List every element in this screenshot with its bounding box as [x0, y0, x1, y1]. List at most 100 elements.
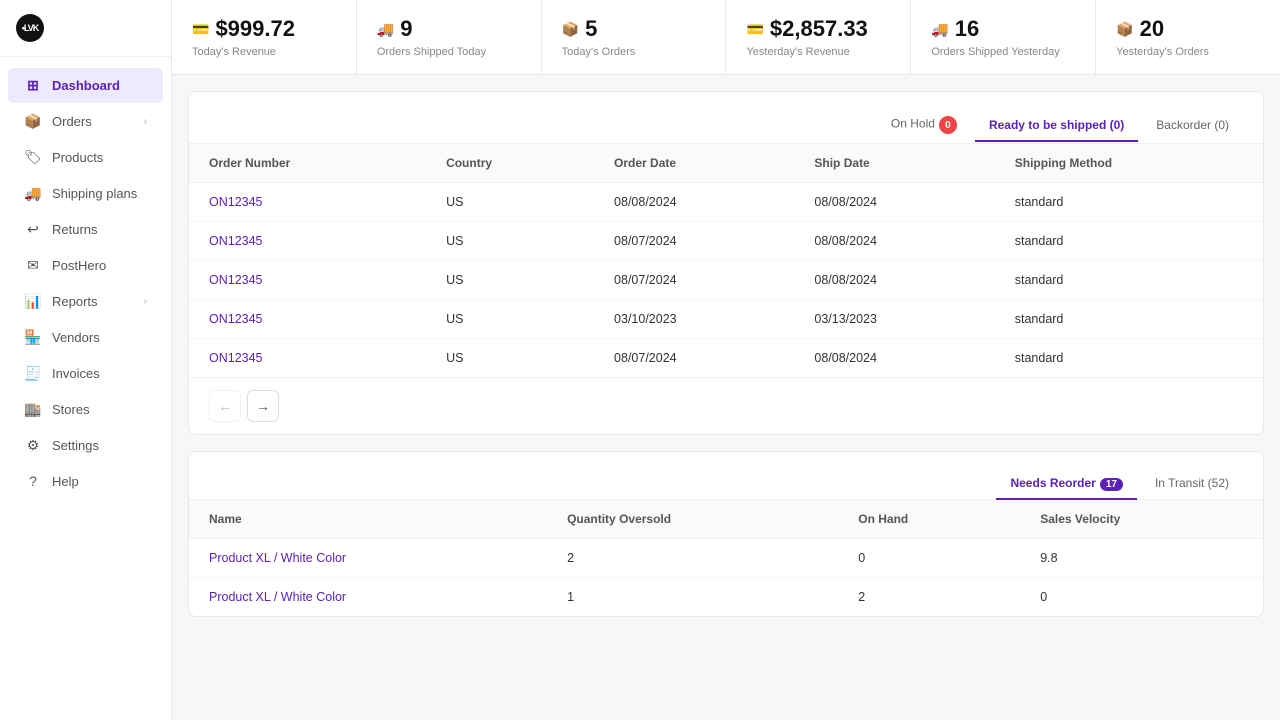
- ship-date-cell: 08/08/2024: [794, 261, 994, 300]
- todays-orders-label: Today's Orders: [562, 46, 706, 58]
- sidebar-item-help[interactable]: ? Help: [8, 464, 163, 498]
- product-link[interactable]: Product XL / White Color: [209, 551, 346, 565]
- order-number-cell[interactable]: ON12345: [189, 222, 426, 261]
- yesterdays-orders-label: Yesterday's Orders: [1116, 46, 1260, 58]
- country-cell: US: [426, 261, 594, 300]
- todays-revenue-value: $999.72: [215, 16, 295, 42]
- sidebar-label-invoices: Invoices: [52, 366, 147, 381]
- prev-page-button[interactable]: ←: [209, 390, 241, 422]
- sidebar-label-reports: Reports: [52, 294, 134, 309]
- orders-tabs: On Hold0Ready to be shipped (0)Backorder…: [877, 108, 1243, 143]
- ship-date-cell: 08/08/2024: [794, 183, 994, 222]
- todays-revenue-icon: 💳: [192, 21, 209, 38]
- inventory-tab-needs-reorder[interactable]: Needs Reorder17: [996, 468, 1137, 500]
- sidebar-item-dashboard[interactable]: ⊞ Dashboard: [8, 68, 163, 103]
- orders-tab-backorder[interactable]: Backorder (0): [1142, 110, 1243, 142]
- order-date-cell: 08/08/2024: [594, 183, 794, 222]
- orders-icon: 📦: [24, 113, 42, 130]
- order-link[interactable]: ON12345: [209, 234, 263, 248]
- settings-icon: ⚙: [24, 437, 42, 454]
- orders-col-order-number: Order Number: [189, 144, 426, 183]
- stat-yesterdays-revenue: 💳 $2,857.33 Yesterday's Revenue: [726, 0, 911, 74]
- table-row: ON12345 US 08/07/2024 08/08/2024 standar…: [189, 261, 1263, 300]
- todays-orders-value: 5: [585, 16, 597, 42]
- shipping-method-cell: standard: [995, 183, 1263, 222]
- yesterdays-orders-value: 20: [1140, 16, 1164, 42]
- order-number-cell[interactable]: ON12345: [189, 261, 426, 300]
- sidebar-item-posthero[interactable]: ✉ PostHero: [8, 248, 163, 283]
- product-name-cell[interactable]: Product XL / White Color: [189, 578, 547, 617]
- order-link[interactable]: ON12345: [209, 195, 263, 209]
- posthero-icon: ✉: [24, 257, 42, 274]
- inventory-col-name: Name: [189, 500, 547, 539]
- table-row: ON12345 US 08/08/2024 08/08/2024 standar…: [189, 183, 1263, 222]
- sidebar-label-settings: Settings: [52, 438, 147, 453]
- orders-section: On Hold0Ready to be shipped (0)Backorder…: [188, 91, 1264, 435]
- order-number-cell[interactable]: ON12345: [189, 300, 426, 339]
- sidebar-item-products[interactable]: 🏷 Products: [8, 140, 163, 175]
- shipping-method-cell: standard: [995, 261, 1263, 300]
- stat-top: 🚚 16: [931, 16, 1075, 42]
- stat-top: 📦 5: [562, 16, 706, 42]
- country-cell: US: [426, 339, 594, 378]
- table-row: Product XL / White Color 1 2 0: [189, 578, 1263, 617]
- stat-todays-revenue: 💳 $999.72 Today's Revenue: [172, 0, 357, 74]
- orders-col-country: Country: [426, 144, 594, 183]
- stat-orders-shipped-today: 🚚 9 Orders Shipped Today: [357, 0, 542, 74]
- sidebar-label-help: Help: [52, 474, 147, 489]
- inventory-tab-in-transit[interactable]: In Transit (52): [1141, 468, 1243, 500]
- main-content: 💳 $999.72 Today's Revenue 🚚 9 Orders Shi…: [172, 0, 1280, 720]
- ship-date-cell: 08/08/2024: [794, 339, 994, 378]
- sidebar-item-settings[interactable]: ⚙ Settings: [8, 428, 163, 463]
- orders-tab-ready-to-ship[interactable]: Ready to be shipped (0): [975, 110, 1138, 142]
- yesterdays-revenue-icon: 💳: [746, 21, 763, 38]
- sidebar-nav: ⊞ Dashboard 📦 Orders › 🏷 Products 🚚 Ship…: [0, 57, 171, 720]
- sidebar-item-stores[interactable]: 🏬 Stores: [8, 392, 163, 427]
- inventory-tabs: Needs Reorder17In Transit (52): [996, 468, 1243, 499]
- orders-shipped-yesterday-value: 16: [955, 16, 979, 42]
- product-link[interactable]: Product XL / White Color: [209, 590, 346, 604]
- order-link[interactable]: ON12345: [209, 312, 263, 326]
- ship-date-cell: 03/13/2023: [794, 300, 994, 339]
- next-page-button[interactable]: →: [247, 390, 279, 422]
- sidebar-item-vendors[interactable]: 🏪 Vendors: [8, 320, 163, 355]
- stat-top: 📦 20: [1116, 16, 1260, 42]
- sidebar-label-products: Products: [52, 150, 147, 165]
- logo: •LVK: [0, 0, 171, 57]
- shipping-method-cell: standard: [995, 222, 1263, 261]
- chevron-icon: ›: [144, 116, 147, 127]
- order-link[interactable]: ON12345: [209, 351, 263, 365]
- ship-date-cell: 08/08/2024: [794, 222, 994, 261]
- orders-col-order-date: Order Date: [594, 144, 794, 183]
- orders-shipped-today-icon: 🚚: [377, 21, 394, 38]
- sidebar-item-reports[interactable]: 📊 Reports ›: [8, 284, 163, 319]
- shipping-method-cell: standard: [995, 339, 1263, 378]
- table-row: ON12345 US 08/07/2024 08/08/2024 standar…: [189, 222, 1263, 261]
- sidebar-label-vendors: Vendors: [52, 330, 147, 345]
- sidebar: •LVK ⊞ Dashboard 📦 Orders › 🏷 Products 🚚…: [0, 0, 172, 720]
- stat-top: 💳 $999.72: [192, 16, 336, 42]
- products-icon: 🏷: [24, 149, 42, 166]
- sidebar-item-invoices[interactable]: 🧾 Invoices: [8, 356, 163, 391]
- sales-velocity-cell: 9.8: [1020, 539, 1263, 578]
- order-number-cell[interactable]: ON12345: [189, 339, 426, 378]
- stat-todays-orders: 📦 5 Today's Orders: [542, 0, 727, 74]
- sidebar-item-returns[interactable]: ↩ Returns: [8, 212, 163, 247]
- sidebar-label-orders: Orders: [52, 114, 134, 129]
- product-name-cell[interactable]: Product XL / White Color: [189, 539, 547, 578]
- on-hand-cell: 0: [838, 539, 1020, 578]
- help-icon: ?: [24, 473, 42, 489]
- todays-revenue-label: Today's Revenue: [192, 46, 336, 58]
- order-link[interactable]: ON12345: [209, 273, 263, 287]
- sidebar-label-dashboard: Dashboard: [52, 78, 147, 93]
- sidebar-item-orders[interactable]: 📦 Orders ›: [8, 104, 163, 139]
- order-number-cell[interactable]: ON12345: [189, 183, 426, 222]
- orders-tab-on-hold[interactable]: On Hold0: [877, 108, 971, 144]
- needs-reorder-badge: 17: [1100, 478, 1123, 491]
- sidebar-item-shipping-plans[interactable]: 🚚 Shipping plans: [8, 176, 163, 211]
- quantity-oversold-cell: 2: [547, 539, 838, 578]
- inventory-col-sales-velocity: Sales Velocity: [1020, 500, 1263, 539]
- stat-top: 🚚 9: [377, 16, 521, 42]
- orders-col-ship-date: Ship Date: [794, 144, 994, 183]
- stat-orders-shipped-yesterday: 🚚 16 Orders Shipped Yesterday: [911, 0, 1096, 74]
